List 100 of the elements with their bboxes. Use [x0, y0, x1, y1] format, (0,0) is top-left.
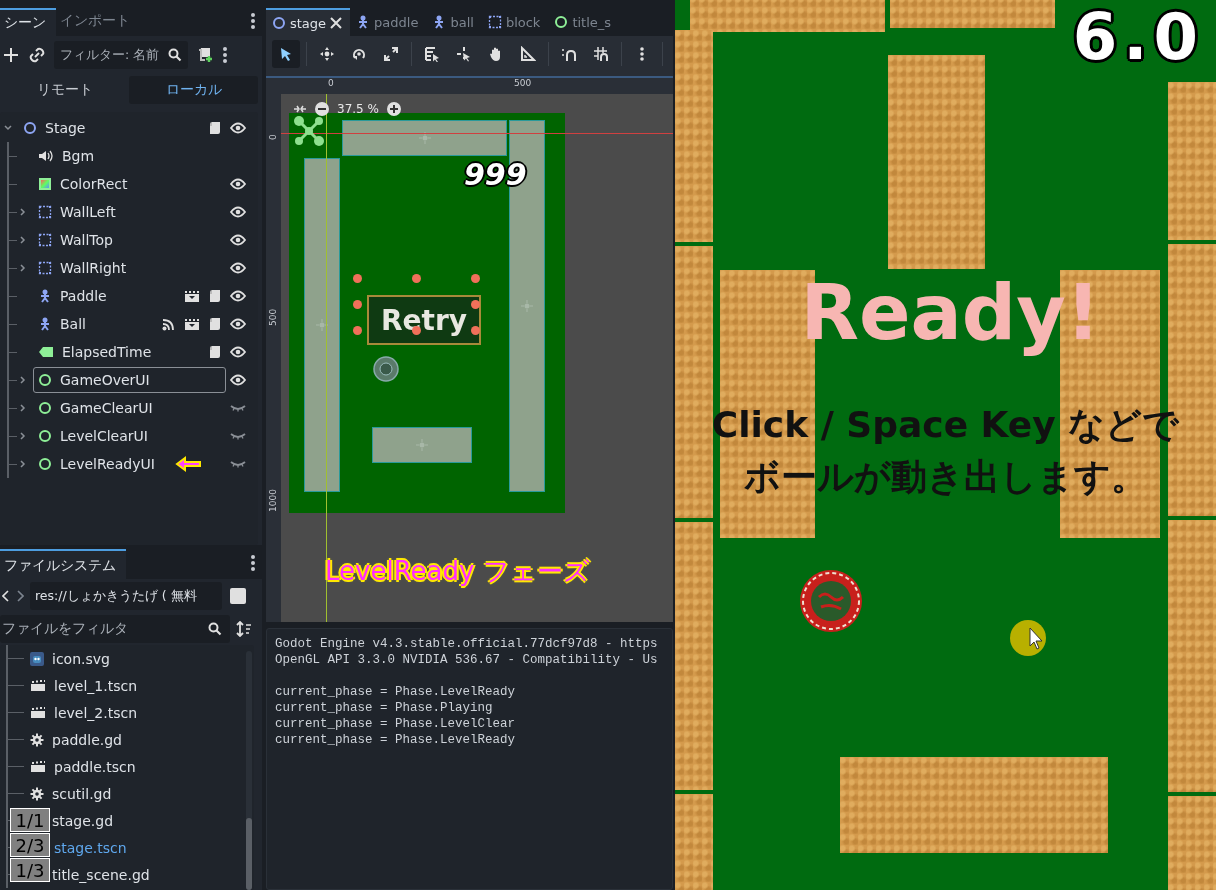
tree-item[interactable]: WallLeft [33, 199, 226, 225]
resize-handle[interactable] [471, 300, 480, 309]
pivot-marker-icon [521, 300, 533, 312]
resize-handle[interactable] [412, 274, 421, 283]
resize-handle[interactable] [412, 326, 421, 335]
scroll-icon[interactable] [209, 289, 221, 303]
center-view-icon[interactable] [293, 103, 307, 115]
scene-tab[interactable]: title_s [548, 8, 620, 36]
move-gizmo-icon[interactable] [294, 116, 324, 146]
clapperboard-icon [30, 760, 46, 773]
add-script-icon[interactable] [197, 47, 213, 63]
image-file-icon [30, 651, 44, 666]
color-square-icon [38, 177, 52, 191]
tree-item[interactable]: Bgm [33, 143, 226, 169]
tree-item[interactable]: LevelReadyUI [33, 451, 226, 477]
retry-button[interactable]: Retry [367, 295, 481, 345]
add-icon[interactable] [2, 46, 20, 64]
close-icon[interactable] [330, 17, 343, 29]
visibility-eye-icon[interactable] [230, 318, 246, 330]
filter-field[interactable]: ファイルをフィルタ [0, 615, 230, 643]
hidden-eye-icon[interactable] [230, 432, 246, 440]
pivot-marker-icon [316, 319, 328, 331]
file-item[interactable]: stage.tscn [54, 839, 127, 856]
file-item[interactable]: level_1.tscn [54, 677, 137, 694]
file-item[interactable]: scutil.gd [52, 785, 112, 802]
search-icon[interactable] [168, 48, 182, 62]
hidden-eye-icon[interactable] [230, 404, 246, 412]
scroll-icon[interactable] [209, 317, 221, 331]
clapperboard-icon [30, 706, 46, 719]
dock-tab[interactable]: インポート [56, 8, 140, 36]
visibility-eye-icon[interactable] [230, 346, 246, 358]
tree-item[interactable]: WallTop [33, 227, 226, 253]
visibility-eye-icon[interactable] [230, 290, 246, 302]
link-icon[interactable] [29, 47, 45, 63]
scene-tab[interactable]: block [481, 8, 549, 36]
tree-item[interactable]: ColorRect [33, 171, 226, 197]
file-item[interactable]: stage.gd [52, 812, 114, 829]
resize-handle[interactable] [471, 274, 480, 283]
scene-tab[interactable]: paddle [350, 8, 427, 36]
dock-tab[interactable]: シーン [0, 8, 56, 36]
scene-tab[interactable]: stage [266, 8, 351, 36]
more-icon[interactable] [250, 554, 256, 572]
speaker-icon [38, 149, 54, 163]
tag-icon [38, 346, 54, 358]
resize-handle[interactable] [471, 326, 480, 335]
path-field[interactable]: res://しょかきうたげ ( 無料 [30, 582, 222, 610]
circle-node-icon [38, 457, 52, 471]
tree-item[interactable]: LevelClearUI [33, 423, 226, 449]
pivot-marker-icon [418, 132, 431, 144]
visibility-eye-icon[interactable] [230, 262, 246, 274]
more-icon[interactable] [222, 46, 228, 64]
zoom-out-icon[interactable] [315, 102, 329, 116]
gear-icon [30, 732, 44, 747]
resize-handle[interactable] [353, 326, 362, 335]
scroll-icon[interactable] [209, 121, 221, 135]
visibility-eye-icon[interactable] [230, 206, 246, 218]
page-counter: 1/3 [10, 858, 50, 882]
file-item[interactable]: paddle.tscn [54, 758, 136, 775]
tree-item[interactable]: Stage [18, 115, 205, 141]
signal-icon[interactable] [162, 317, 175, 331]
search-icon[interactable] [208, 622, 222, 636]
log-line: current_phase = Phase.LevelClear [275, 717, 517, 733]
sort-icon[interactable] [236, 621, 252, 637]
select-tool-icon[interactable] [272, 40, 300, 68]
circle-node-icon [38, 429, 52, 443]
tree-item[interactable]: ElapsedTime [33, 339, 205, 365]
tree-item[interactable]: Paddle [33, 283, 180, 309]
log-line: Godot Engine v4.3.stable.official.77dcf97d8 - https [275, 637, 659, 653]
tree-item[interactable]: Ball [33, 311, 158, 337]
dock-tab[interactable]: ファイルシステム [0, 549, 126, 579]
clapperboard-icon[interactable] [184, 289, 200, 303]
clapperboard-icon[interactable] [184, 317, 200, 331]
visibility-eye-icon[interactable] [230, 374, 246, 386]
mode-toggle[interactable]: リモート [0, 76, 129, 104]
mode-toggle[interactable]: ローカル [129, 76, 258, 104]
file-item[interactable]: title_scene.gd [52, 866, 150, 883]
file-item[interactable]: level_2.tscn [54, 704, 137, 721]
log-line: current_phase = Phase.LevelReady [275, 685, 517, 701]
page-counter: 1/1 [10, 808, 50, 832]
ball-sprite-icon[interactable] [373, 356, 399, 382]
visibility-eye-icon[interactable] [230, 234, 246, 246]
file-item[interactable]: icon.svg [52, 650, 110, 667]
filter-field[interactable]: フィルター: 名前 [54, 41, 188, 69]
tree-item[interactable]: GameOverUI [33, 367, 226, 393]
annotation-text: LevelReady フェーズ [325, 555, 590, 588]
more-icon[interactable] [250, 12, 256, 30]
visibility-eye-icon[interactable] [230, 178, 246, 190]
resize-handle[interactable] [353, 300, 362, 309]
hidden-eye-icon[interactable] [230, 460, 246, 468]
visibility-eye-icon[interactable] [230, 122, 246, 134]
dashed-square-icon [487, 15, 502, 29]
tree-item[interactable]: GameClearUI [33, 395, 226, 421]
scroll-icon[interactable] [209, 345, 221, 359]
scene-tab[interactable]: ball [426, 8, 482, 36]
toggle-button[interactable] [230, 588, 246, 604]
zoom-in-icon[interactable] [386, 102, 401, 116]
file-item[interactable]: paddle.gd [52, 731, 122, 748]
resize-handle[interactable] [353, 274, 362, 283]
tree-item[interactable]: WallRight [33, 255, 226, 281]
scrollbar[interactable] [246, 651, 252, 890]
